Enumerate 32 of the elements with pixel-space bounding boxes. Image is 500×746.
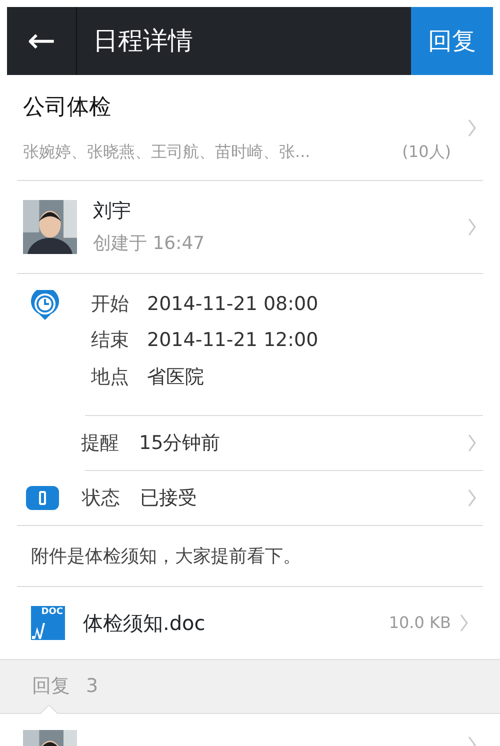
- screen-title: 日程详情: [92, 25, 194, 58]
- attachment-name: 体检须知.doc: [83, 610, 206, 637]
- file-size: 10.0 KB: [388, 612, 451, 634]
- event-title: 公司体检: [23, 94, 112, 122]
- detail-value: 省医院: [147, 364, 204, 390]
- creator-name: 刘宇: [93, 199, 132, 224]
- detail-label: 结束: [91, 328, 130, 353]
- detail-label: 开始: [91, 292, 130, 316]
- reminder-value: 15分钟前: [139, 430, 222, 456]
- reply-button[interactable]: 回复: [411, 7, 493, 75]
- reminder-label: 提醒: [81, 430, 120, 456]
- chevron-icon[interactable]: [467, 434, 477, 452]
- detail-value: 2014-11-21 12:00: [147, 328, 318, 353]
- chevron-icon[interactable]: [467, 118, 477, 136]
- attendee-list: 张婉婷、张晓燕、王司航、苗时崎、张...: [23, 140, 310, 164]
- note-text: 附件是体检须知，大家提前看下。: [30, 544, 302, 568]
- detail-value: 2014-11-21 08:00: [147, 292, 318, 316]
- clock-icon: [29, 290, 61, 322]
- back-button[interactable]: ←: [7, 7, 77, 75]
- w-mark-icon: [32, 623, 46, 639]
- status-value: 已接受: [140, 486, 198, 511]
- chevron-icon[interactable]: [459, 614, 469, 632]
- status-label: 状态: [82, 486, 121, 511]
- doc-icon-label: DOC: [41, 608, 63, 617]
- detail-label: 地点: [91, 364, 130, 390]
- attendee-count: (10人): [402, 141, 451, 163]
- chevron-icon[interactable]: [467, 489, 477, 507]
- replies-label: 回复: [32, 674, 70, 700]
- status-icon: [25, 485, 60, 511]
- chevron-icon[interactable]: [467, 218, 477, 236]
- created-time: 创建于 16:47: [93, 232, 206, 256]
- reply-count: 3: [86, 674, 98, 700]
